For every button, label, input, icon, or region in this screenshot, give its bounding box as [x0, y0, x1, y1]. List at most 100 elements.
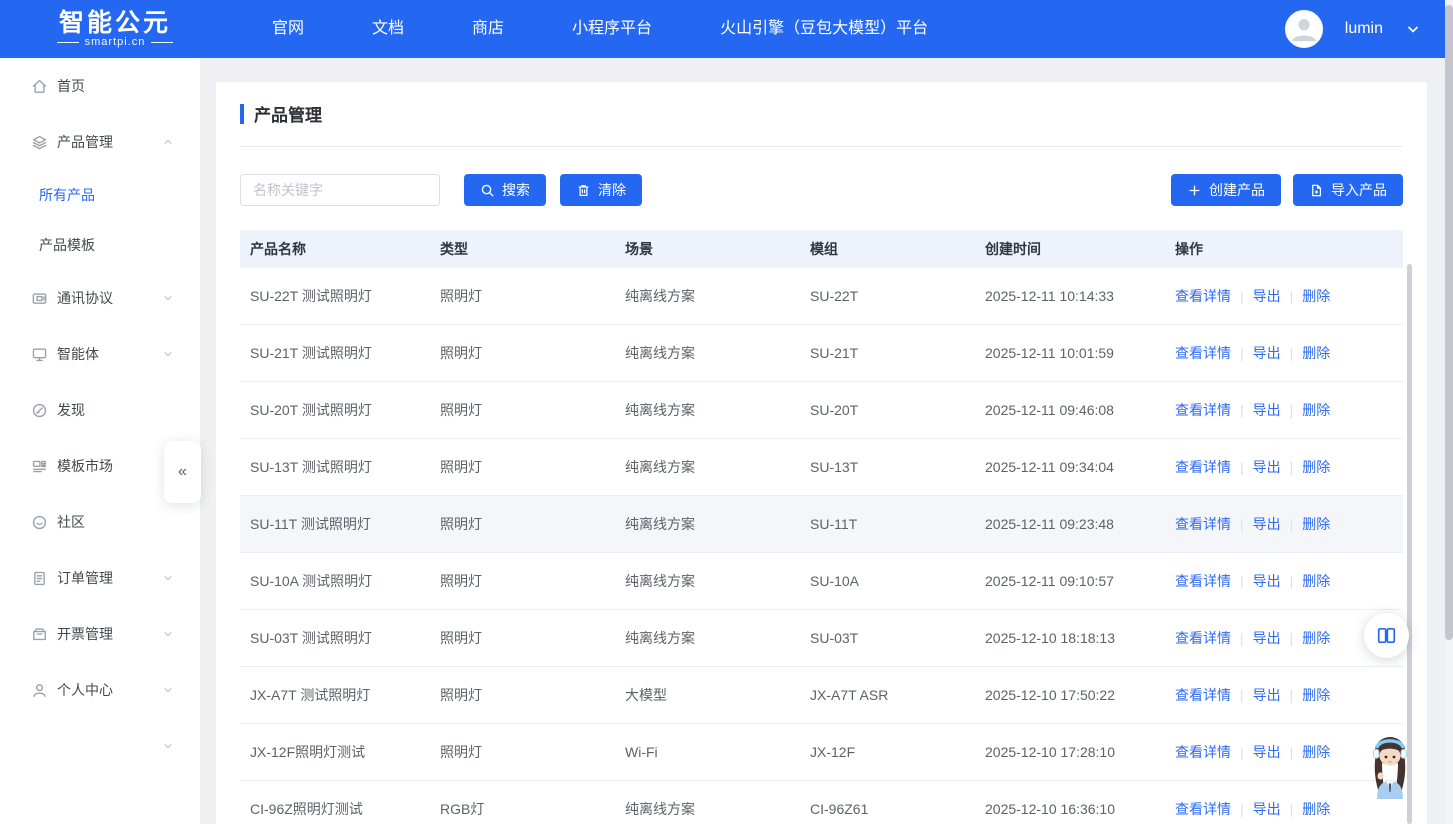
sidebar-item-1[interactable]: 首页	[0, 58, 200, 114]
delete-link[interactable]: 删除	[1302, 801, 1330, 817]
clear-button[interactable]: 清除	[560, 174, 642, 206]
sidebar-item-2[interactable]: 产品管理	[0, 114, 200, 170]
chevron-down-icon	[162, 740, 174, 752]
delete-link[interactable]: 删除	[1302, 345, 1330, 361]
open-book-icon	[1376, 625, 1397, 646]
user-avatar[interactable]	[1284, 10, 1323, 48]
action-separator: |	[1289, 744, 1294, 760]
view-details-link[interactable]: 查看详情	[1175, 402, 1231, 418]
nav-item-3[interactable]: 商店	[438, 0, 538, 58]
nav-item-4[interactable]: 小程序平台	[538, 0, 686, 58]
action-separator: |	[1240, 630, 1244, 646]
user-icon	[31, 682, 48, 699]
export-link[interactable]: 导出	[1253, 345, 1281, 361]
delete-link[interactable]: 删除	[1302, 459, 1330, 475]
import-product-label: 导入产品	[1331, 182, 1387, 198]
view-details-link[interactable]: 查看详情	[1175, 687, 1231, 703]
cell-module: SU-10A	[810, 573, 860, 589]
view-details-link[interactable]: 查看详情	[1175, 801, 1231, 817]
view-details-link[interactable]: 查看详情	[1175, 288, 1231, 304]
nav-item-5[interactable]: 火山引擎（豆包大模型）平台	[686, 0, 962, 58]
cell-created: 2025-12-11 10:01:59	[985, 345, 1114, 361]
export-link[interactable]: 导出	[1253, 516, 1281, 532]
sidebar-item-3[interactable]: 通讯协议	[0, 270, 200, 326]
action-separator: |	[1289, 801, 1294, 817]
action-separator: |	[1289, 345, 1294, 361]
sidebar-item-label: 智能体	[57, 346, 99, 362]
action-separator: |	[1240, 345, 1244, 361]
delete-link[interactable]: 删除	[1302, 516, 1330, 532]
delete-link[interactable]: 删除	[1302, 630, 1330, 646]
protocol-icon	[31, 290, 48, 307]
search-button-label: 搜索	[502, 182, 530, 198]
export-link[interactable]: 导出	[1253, 459, 1281, 475]
invoice-icon	[31, 626, 48, 643]
sidebar-item-11[interactable]	[0, 718, 200, 774]
assistant-mascot[interactable]	[1363, 731, 1417, 799]
export-link[interactable]: 导出	[1253, 801, 1281, 817]
action-separator: |	[1240, 744, 1244, 760]
sidebar-item-label: 开票管理	[57, 626, 113, 642]
action-separator: |	[1289, 459, 1294, 475]
sidebar-item-5[interactable]: 发现	[0, 382, 200, 438]
chevron-down-icon[interactable]	[1405, 21, 1421, 37]
view-details-link[interactable]: 查看详情	[1175, 630, 1231, 646]
sidebar-item-4[interactable]: 智能体	[0, 326, 200, 382]
docs-float-button[interactable]	[1364, 613, 1409, 658]
username[interactable]: lumin	[1345, 20, 1383, 38]
table-header-row: 产品名称 类型 场景 模组 创建时间 操作	[240, 230, 1403, 268]
search-button[interactable]: 搜索	[464, 174, 546, 206]
cell-created: 2025-12-11 09:34:04	[985, 459, 1114, 475]
chevron-down-icon	[162, 628, 174, 640]
sidebar-subitem-2[interactable]: 产品模板	[0, 220, 200, 270]
export-link[interactable]: 导出	[1253, 402, 1281, 418]
cell-scene: 纯离线方案	[625, 288, 695, 304]
logo-subtitle: smartpi.cn	[40, 36, 190, 48]
page-scrollbar[interactable]	[1445, 0, 1453, 824]
export-link[interactable]: 导出	[1253, 687, 1281, 703]
cell-module: SU-03T	[810, 630, 859, 646]
export-link[interactable]: 导出	[1253, 573, 1281, 589]
sidebar-item-label: 首页	[57, 78, 85, 94]
delete-link[interactable]: 删除	[1302, 573, 1330, 589]
sidebar-item-label: 模板市场	[57, 458, 113, 474]
create-product-button[interactable]: 创建产品	[1171, 174, 1281, 206]
cell-created: 2025-12-11 10:14:33	[985, 288, 1114, 304]
delete-link[interactable]: 删除	[1302, 288, 1330, 304]
sidebar-collapse-button[interactable]: «	[164, 441, 201, 503]
view-details-link[interactable]: 查看详情	[1175, 573, 1231, 589]
sidebar-item-10[interactable]: 个人中心	[0, 662, 200, 718]
view-details-link[interactable]: 查看详情	[1175, 744, 1231, 760]
cell-created: 2025-12-10 16:36:10	[985, 801, 1115, 817]
nav-item-2[interactable]: 文档	[338, 0, 438, 58]
product-table: 产品名称 类型 场景 模组 创建时间 操作 SU-22T 测试照明灯 照明灯 纯离线方案 SU-…	[240, 230, 1403, 824]
top-navigation: 官网 文档 商店 小程序平台 火山引擎（豆包大模型）平台	[238, 0, 962, 58]
delete-link[interactable]: 删除	[1302, 402, 1330, 418]
delete-link[interactable]: 删除	[1302, 744, 1330, 760]
export-link[interactable]: 导出	[1253, 288, 1281, 304]
import-product-button[interactable]: 导入产品	[1293, 174, 1403, 206]
sidebar-subitem-1[interactable]: 所有产品	[0, 170, 200, 220]
cell-type: 照明灯	[440, 402, 482, 418]
action-separator: |	[1289, 516, 1294, 532]
view-details-link[interactable]: 查看详情	[1175, 345, 1231, 361]
view-details-link[interactable]: 查看详情	[1175, 459, 1231, 475]
sidebar-item-8[interactable]: 订单管理	[0, 550, 200, 606]
search-input[interactable]	[240, 174, 440, 206]
app-logo[interactable]: 智能公元 smartpi.cn	[40, 10, 190, 48]
export-link[interactable]: 导出	[1253, 630, 1281, 646]
action-separator: |	[1240, 687, 1244, 703]
nav-item-1[interactable]: 官网	[238, 0, 338, 58]
cell-created: 2025-12-11 09:23:48	[985, 516, 1114, 532]
cell-module: SU-13T	[810, 459, 859, 475]
template-icon	[31, 458, 48, 475]
export-link[interactable]: 导出	[1253, 744, 1281, 760]
view-details-link[interactable]: 查看详情	[1175, 516, 1231, 532]
page-scrollbar-thumb[interactable]	[1445, 5, 1453, 640]
cell-type: 照明灯	[440, 288, 482, 304]
delete-link[interactable]: 删除	[1302, 687, 1330, 703]
toolbar: 搜索 清除 创建产品 导入产品	[240, 174, 1403, 206]
sidebar-item-9[interactable]: 开票管理	[0, 606, 200, 662]
action-separator: |	[1240, 459, 1244, 475]
sidebar-item-label: 社区	[57, 514, 85, 530]
